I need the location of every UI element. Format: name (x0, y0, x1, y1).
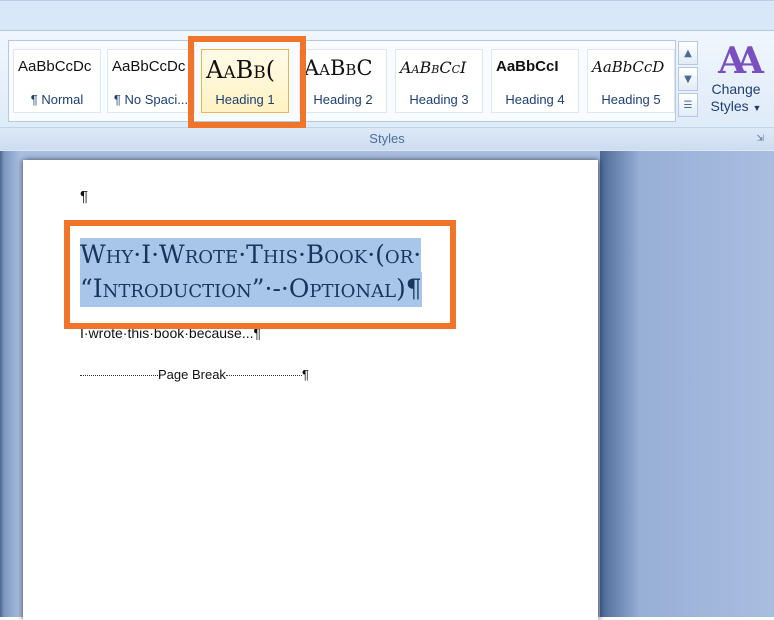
style-heading-2-sample: AaBbC (304, 56, 373, 80)
change-styles-label-line2: Styles (710, 98, 749, 114)
style-heading-3[interactable]: AaBbCcI Heading 3 (395, 49, 483, 113)
page-break-dots-left (80, 375, 158, 377)
document-background (600, 151, 774, 617)
style-heading-3-sample: AaBbCcI (400, 58, 467, 77)
change-styles-icon: AA (718, 40, 764, 82)
style-heading-4-sample: AaBbCcI (496, 58, 559, 75)
style-heading-2-label: Heading 2 (313, 92, 373, 107)
change-styles-button[interactable]: AA Change Styles ▼ (704, 41, 768, 127)
caret-down-icon: ▼ (684, 74, 692, 85)
page-break[interactable]: Page Break ¶ (80, 367, 309, 382)
dropdown-arrow-icon: ▼ (752, 103, 762, 113)
style-normal-label: ¶ Normal (30, 92, 84, 107)
style-no-spacing-label: ¶ No Spaci... (113, 92, 189, 107)
style-heading-3-label: Heading 3 (409, 92, 469, 107)
page-break-label: Page Break (158, 367, 226, 382)
title-bar-strip (0, 0, 774, 31)
empty-paragraph-mark: ¶ (80, 188, 89, 205)
caret-up-icon: ▲ (684, 48, 692, 59)
styles-gallery: AaBbCcDc ¶ Normal AaBbCcDc ¶ No Spaci...… (8, 40, 676, 122)
gallery-scroll: ▲ ▼ ☰ (678, 41, 700, 121)
gallery-scroll-up-button[interactable]: ▲ (678, 41, 698, 65)
ribbon: AaBbCcDc ¶ Normal AaBbCcDc ¶ No Spaci...… (0, 30, 774, 151)
style-heading-2[interactable]: AaBbC Heading 2 (299, 49, 387, 113)
more-icon: ☰ (683, 100, 693, 111)
style-normal[interactable]: AaBbCcDc ¶ Normal (13, 49, 101, 113)
style-heading-5-label: Heading 5 (601, 92, 661, 107)
highlight-box-heading (64, 220, 456, 329)
gallery-more-button[interactable]: ☰ (678, 93, 698, 117)
change-styles-label-line1: Change (711, 81, 761, 97)
highlight-box-heading-1-style (188, 36, 306, 128)
page-break-mark: ¶ (301, 367, 309, 382)
gallery-scroll-down-button[interactable]: ▼ (678, 67, 698, 91)
style-heading-4-label: Heading 4 (505, 92, 565, 107)
style-heading-5[interactable]: AaBbCcD Heading 5 (587, 49, 675, 113)
style-heading-4[interactable]: AaBbCcI Heading 4 (491, 49, 579, 113)
styles-group-footer: Styles ⇲ (0, 127, 774, 150)
dialog-launcher-icon[interactable]: ⇲ (756, 134, 764, 144)
style-normal-sample: AaBbCcDc (18, 58, 92, 75)
style-no-spacing-sample: AaBbCcDc (112, 58, 186, 75)
page-break-dots-right (225, 375, 302, 377)
style-heading-5-sample: AaBbCcD (592, 58, 665, 76)
styles-group-label: Styles (369, 131, 405, 146)
style-no-spacing[interactable]: AaBbCcDc ¶ No Spaci... (107, 49, 195, 113)
